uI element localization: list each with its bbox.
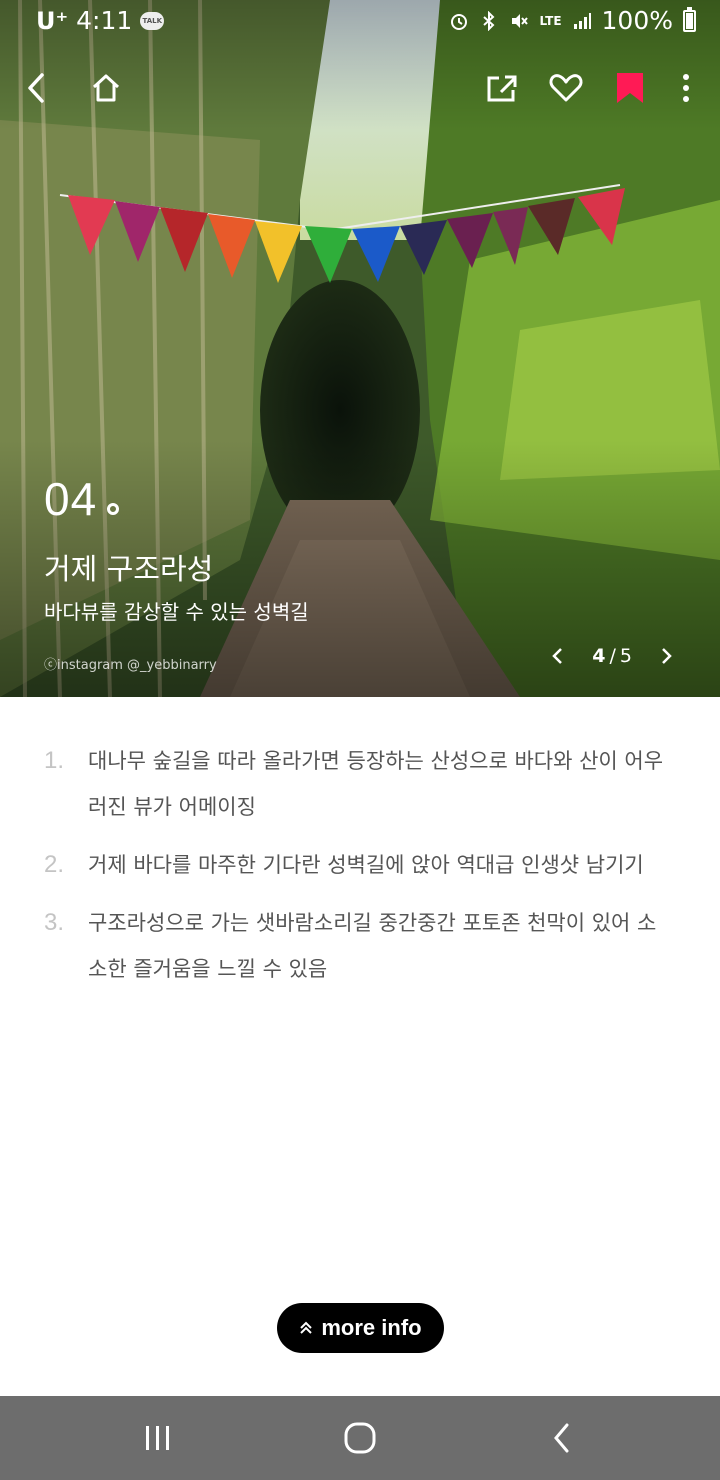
list-item: 2. 거제 바다를 마주한 기다란 성벽길에 앉아 역대급 인생샷 남기기 xyxy=(44,842,684,888)
bookmark-button[interactable] xyxy=(608,66,652,110)
chevron-right-icon xyxy=(662,648,672,664)
more-info-button[interactable]: more info xyxy=(277,1303,444,1353)
recents-icon xyxy=(146,1426,169,1450)
home-circle-icon xyxy=(344,1422,376,1454)
pager-count: 4 / 5 xyxy=(592,645,632,667)
image-pager: 4 / 5 xyxy=(546,642,678,670)
pager-separator: / xyxy=(609,645,616,667)
double-chevron-up-icon xyxy=(300,1321,313,1334)
chevron-left-icon xyxy=(552,648,563,664)
nav-back-icon xyxy=(554,1423,569,1453)
list-item-number: 2. xyxy=(44,851,65,878)
battery-percent: 100% xyxy=(601,6,673,35)
list-item: 1. 대나무 숲길을 따라 올라가면 등장하는 산성으로 바다와 산이 어우러진… xyxy=(44,738,684,830)
status-time: 4:11 xyxy=(76,6,133,35)
spot-number: 04 xyxy=(44,472,120,526)
like-button[interactable] xyxy=(544,66,588,110)
more-icon xyxy=(683,74,689,102)
spot-subtitle: 바다뷰를 감상할 수 있는 성벽길 xyxy=(44,600,309,624)
pager-current: 4 xyxy=(592,645,606,667)
back-icon xyxy=(28,73,44,103)
list-item-text: 대나무 숲길을 따라 올라가면 등장하는 산성으로 바다와 산이 어우러진 뷰가… xyxy=(88,749,664,819)
prev-image-button[interactable] xyxy=(546,642,570,670)
spot-number-text: 04 xyxy=(44,473,98,525)
like-icon xyxy=(549,74,583,102)
list-item-text: 구조라성으로 가는 샛바람소리길 중간중간 포토존 천막이 있어 소소한 즐거움… xyxy=(88,911,657,981)
battery-icon xyxy=(683,6,696,32)
signal-icon xyxy=(573,12,591,29)
carrier-label: U⁺ xyxy=(36,6,69,35)
list-item-number: 3. xyxy=(44,909,65,936)
system-back-button[interactable] xyxy=(532,1412,592,1464)
highlights-list: 1. 대나무 숲길을 따라 올라가면 등장하는 산성으로 바다와 산이 어우러진… xyxy=(44,738,684,1004)
more-options-button[interactable] xyxy=(664,66,708,110)
bluetooth-icon xyxy=(483,10,495,31)
status-bar: U⁺ 4:11 TALK LTE 100% xyxy=(0,0,720,44)
recents-button[interactable] xyxy=(128,1412,188,1464)
list-item-number: 1. xyxy=(44,747,65,774)
spot-title: 거제 구조라성 xyxy=(44,552,214,586)
list-item: 3. 구조라성으로 가는 샛바람소리길 중간중간 포토존 천막이 있어 소소한 … xyxy=(44,900,684,992)
bookmark-icon xyxy=(617,73,643,103)
home-button[interactable] xyxy=(84,66,128,110)
system-nav-bar xyxy=(0,1396,720,1480)
talk-notification-icon: TALK xyxy=(140,11,165,30)
next-image-button[interactable] xyxy=(654,642,678,670)
list-item-text: 거제 바다를 마주한 기다란 성벽길에 앉아 역대급 인생샷 남기기 xyxy=(88,853,644,877)
pager-total: 5 xyxy=(619,645,632,667)
spot-number-dot xyxy=(107,503,120,515)
system-home-button[interactable] xyxy=(330,1412,390,1464)
hero-image[interactable]: U⁺ 4:11 TALK LTE 100% 04 거제 구조라성 바다뷰를 감상… xyxy=(0,0,720,697)
back-button[interactable] xyxy=(14,66,58,110)
share-button[interactable] xyxy=(480,66,524,110)
home-icon xyxy=(92,74,120,102)
more-info-label: more info xyxy=(321,1315,422,1340)
alarm-icon xyxy=(451,13,468,30)
share-icon xyxy=(487,75,517,102)
network-type: LTE xyxy=(539,13,562,28)
photo-credit: ⓒinstagram @_yebbinarry xyxy=(44,658,217,673)
mute-icon xyxy=(512,13,529,28)
